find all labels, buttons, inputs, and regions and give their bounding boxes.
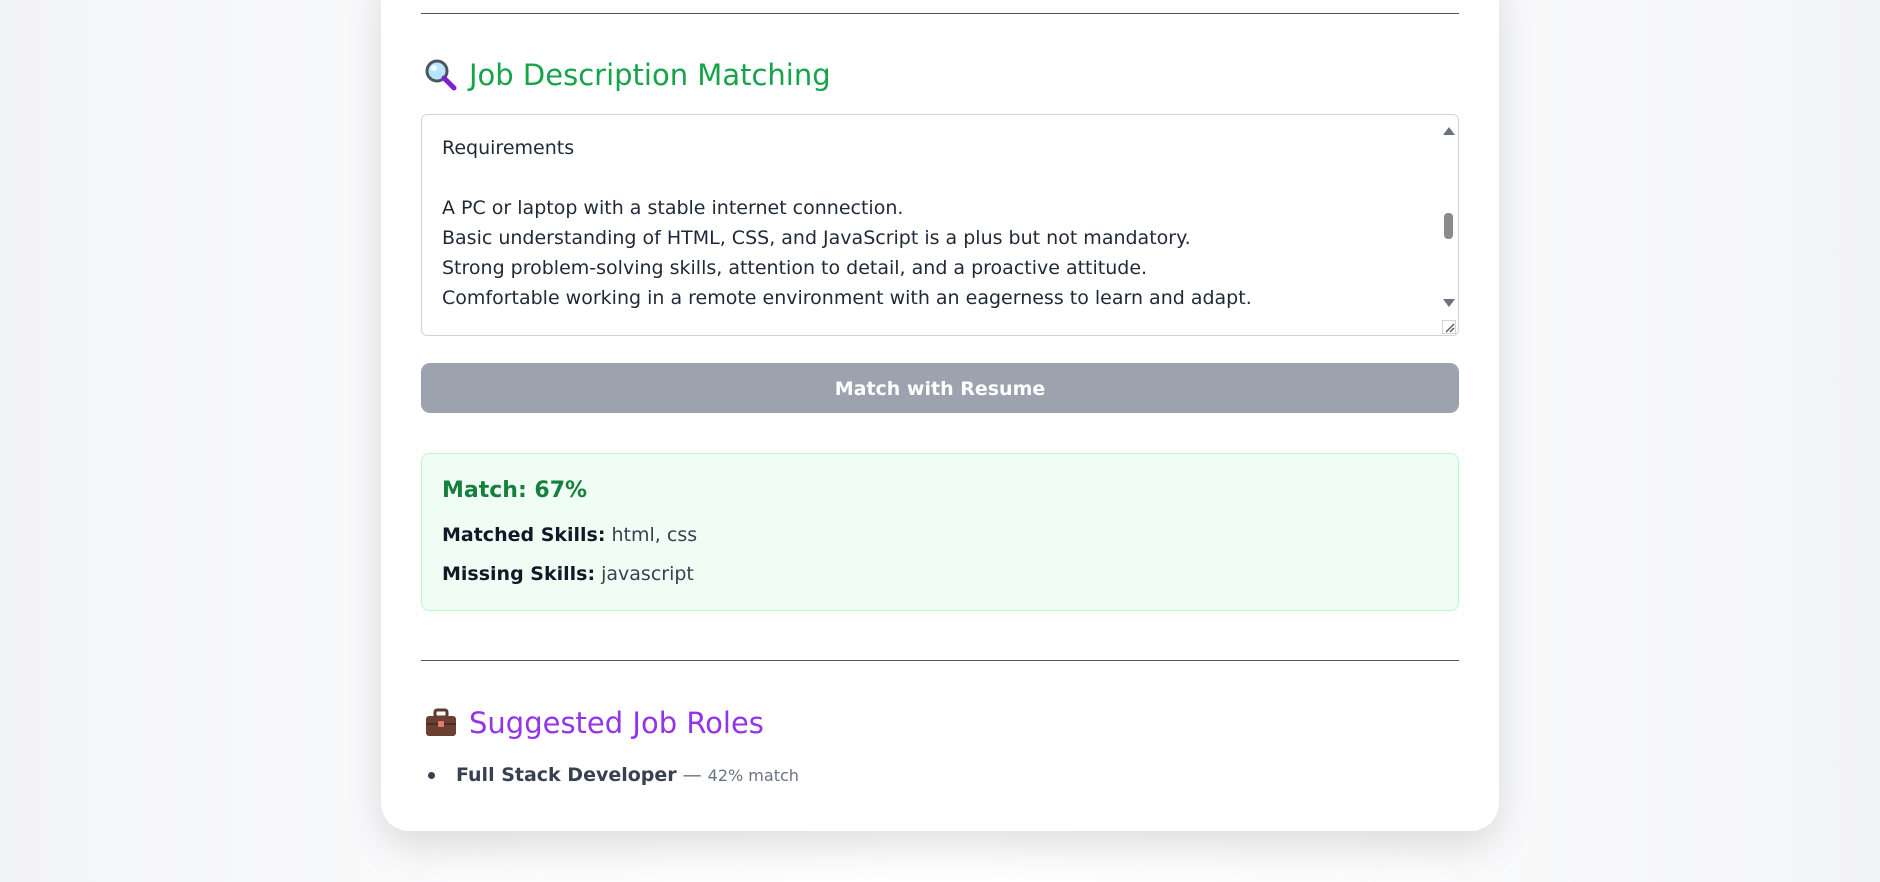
match-percent-label: Match: 67% (442, 478, 588, 503)
magnifying-glass-icon (423, 57, 459, 93)
section-divider-top (421, 13, 1459, 14)
bullet-icon (428, 771, 435, 779)
missing-skills-label: Missing Skills: (442, 563, 596, 585)
textarea-scrollbar[interactable] (1440, 119, 1456, 319)
role-match-percent: 42% match (707, 765, 799, 785)
match-with-resume-button[interactable]: Match with Resume (421, 363, 1459, 413)
scroll-thumb[interactable] (1444, 213, 1453, 239)
suggested-roles-heading: Suggested Job Roles (423, 703, 764, 743)
role-name: Full Stack Developer (456, 764, 677, 786)
matched-skills-row: Matched Skills: html, css (442, 524, 697, 546)
role-list-item: Full Stack Developer — 42% match (428, 764, 799, 786)
job-description-textarea[interactable]: Requirements A PC or laptop with a stabl… (421, 114, 1459, 336)
matched-skills-label: Matched Skills: (442, 524, 606, 546)
briefcase-icon (423, 705, 459, 741)
job-matching-heading: Job Description Matching (423, 55, 831, 95)
missing-skills-value: javascript (601, 563, 694, 585)
missing-skills-row: Missing Skills: javascript (442, 563, 694, 585)
role-separator: — (682, 764, 702, 786)
scroll-up-arrow-icon[interactable] (1443, 127, 1455, 135)
matched-skills-value: html, css (611, 524, 698, 546)
section-divider-bottom (421, 660, 1459, 661)
suggested-roles-title: Suggested Job Roles (469, 706, 764, 740)
match-result-panel: Match: 67% Matched Skills: html, css Mis… (421, 453, 1459, 611)
scroll-down-arrow-icon[interactable] (1443, 299, 1455, 307)
resize-handle-icon[interactable] (1442, 319, 1456, 334)
job-matching-title: Job Description Matching (469, 58, 831, 92)
job-description-text[interactable]: Requirements A PC or laptop with a stabl… (442, 133, 1428, 313)
